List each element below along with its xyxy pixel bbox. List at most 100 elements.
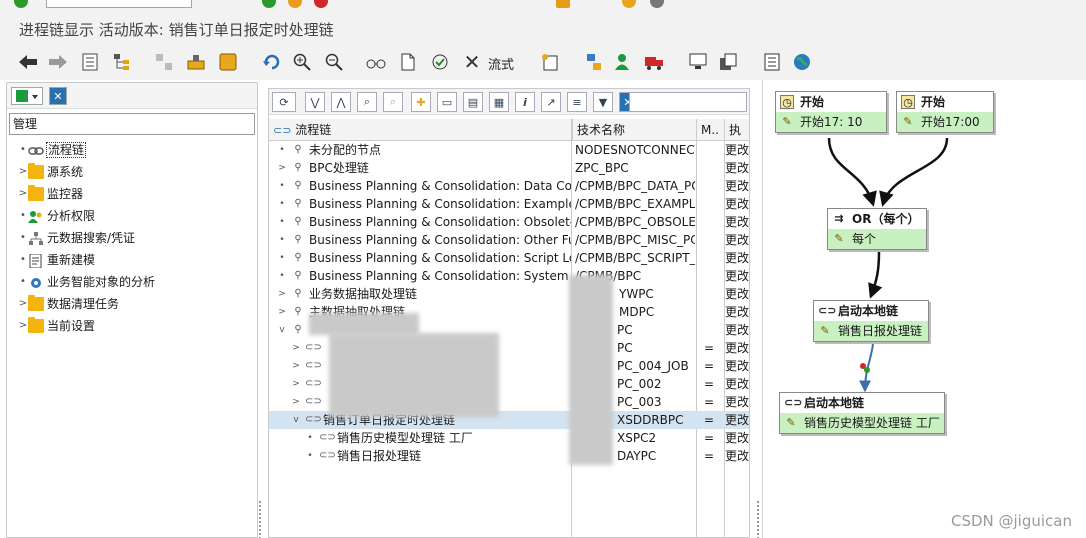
cancel-icon[interactable] [314, 0, 328, 8]
expand-arrow-icon[interactable]: > [18, 293, 28, 315]
tree-search-input[interactable] [629, 92, 747, 112]
tree-row[interactable]: • ⚲ Business Planning & Consolidation: Oth… [269, 231, 749, 249]
link-local1-local2[interactable] [859, 343, 874, 393]
nav-item[interactable]: • 分析权限 [7, 205, 257, 227]
expand-arrow-icon[interactable]: > [18, 183, 28, 205]
refresh-icon[interactable]: ⟳ [272, 92, 296, 112]
hierarchy-icon[interactable] [112, 52, 132, 72]
expand-arrow-icon[interactable]: > [18, 161, 28, 183]
display-icon[interactable]: ▭ [437, 92, 457, 112]
local-chain-node-2[interactable]: ⊂⊃ 启动本地链 ✎ 销售历史模型处理链 工厂 [779, 392, 945, 434]
command-field[interactable] [46, 0, 192, 8]
chevron-down-icon[interactable]: v [277, 321, 287, 339]
local-chain-node-1[interactable]: ⊂⊃ 启动本地链 ✎ 销售日报处理链 [813, 300, 929, 342]
tree-row[interactable]: • ⚲ Business Planning & Consolidation: Scr… [269, 249, 750, 267]
folder-icon [28, 317, 44, 333]
user-menu-icon[interactable] [11, 87, 43, 105]
or-node[interactable]: ⇉ OR（每个） ✎ 每个 [827, 208, 927, 250]
nav-item[interactable]: > 数据清理任务 [7, 293, 257, 315]
pane-splitter-right[interactable] [756, 500, 760, 538]
tree-row[interactable]: > ⚲ 业务数据抽取处理链 YWPC 更改 [269, 285, 749, 303]
nav-item[interactable]: • 业务智能对象的分析 [7, 271, 257, 293]
variant-icon[interactable] [540, 52, 560, 72]
settings-icon[interactable] [650, 0, 664, 8]
chevron-right-icon[interactable]: > [291, 357, 301, 375]
find-icon[interactable]: ⌕ [357, 92, 377, 112]
tree-row[interactable]: • ⚲ Business Planning & Consolidation: Exa… [269, 195, 749, 213]
tree-node-label: Business Planning & Consolidation: Obsol… [309, 215, 571, 229]
tree-cell-exec: 更改 [725, 251, 750, 265]
process-type-label[interactable]: 流式 [488, 54, 514, 73]
chevron-right-icon[interactable]: > [277, 285, 287, 303]
process-variant-icon[interactable] [584, 52, 604, 72]
user-icon[interactable] [612, 52, 632, 72]
chevron-down-icon[interactable]: v [291, 411, 301, 429]
back-icon[interactable] [262, 0, 276, 8]
filter-icon[interactable]: ▼ [593, 92, 613, 112]
check-icon[interactable] [430, 52, 450, 72]
tree-cell-technical-name: /CPMB/BPC_MISC_PC [575, 233, 695, 247]
attributes-icon[interactable] [762, 52, 782, 72]
nav-item[interactable]: > 源系统 [7, 161, 257, 183]
glasses-icon[interactable] [366, 52, 386, 72]
monitor-icon[interactable] [688, 52, 708, 72]
enter-icon[interactable] [14, 0, 28, 8]
transport-icon[interactable] [186, 52, 206, 72]
add-favorite-icon[interactable]: ✚ [411, 92, 431, 112]
help-icon[interactable] [622, 0, 636, 8]
globe-icon[interactable] [792, 52, 812, 72]
link-start2-or[interactable] [879, 137, 949, 207]
chevron-right-icon[interactable]: > [291, 393, 301, 411]
zoom-out-icon[interactable] [324, 52, 344, 72]
chevron-right-icon[interactable]: > [277, 159, 287, 177]
collapse-all-icon[interactable]: ⋀ [331, 92, 351, 112]
nodes-icon[interactable] [154, 52, 174, 72]
chevron-right-icon[interactable]: > [291, 375, 301, 393]
tree-row[interactable]: • ⚲ Business Planning & Consolidation: Obs… [269, 213, 749, 231]
tree-row[interactable]: • ⚲ Business Planning & Consolidation: Dat… [269, 177, 749, 195]
chevron-right-icon[interactable]: > [291, 339, 301, 357]
exit-icon[interactable] [288, 0, 302, 8]
tree-row[interactable]: • ⚲ Business Planning & Consolidation: Sys… [269, 267, 749, 285]
nav-item[interactable]: > 监控器 [7, 183, 257, 205]
close-icon[interactable]: ✕ [462, 50, 482, 74]
start-node-1[interactable]: ◷ 开始 ✎ 开始17: 10 [775, 91, 887, 133]
tree-row[interactable]: • ⊂⊃ 销售日报处理链 DAYPC = 更改 [269, 447, 749, 465]
arrow-left-icon[interactable] [18, 52, 38, 72]
close-pane-icon[interactable]: ✕ [49, 87, 67, 105]
nav-item[interactable]: • 元数据搜索/凭证 [7, 227, 257, 249]
expand-arrow-icon[interactable]: > [18, 315, 28, 337]
info-icon[interactable]: i [515, 92, 535, 112]
column-m[interactable]: M.. [697, 119, 725, 141]
jump-icon[interactable]: ↗ [541, 92, 561, 112]
refresh-icon[interactable] [262, 52, 282, 72]
log-icon[interactable] [718, 52, 738, 72]
chevron-right-icon[interactable]: > [277, 303, 287, 321]
nav-item[interactable]: • 重新建模 [7, 249, 257, 271]
nav-item[interactable]: • 流程链 [7, 139, 257, 161]
pane-splitter-left[interactable] [258, 500, 262, 538]
link-start1-or[interactable] [827, 137, 877, 207]
find-next-icon[interactable]: ⌕ [383, 92, 403, 112]
new-document-icon[interactable] [398, 52, 418, 72]
package-icon[interactable] [218, 52, 238, 72]
bookmark-icon[interactable] [556, 0, 570, 8]
link-or-local1[interactable] [868, 251, 883, 299]
arrow-right-icon[interactable] [48, 52, 68, 72]
truck-icon[interactable] [644, 52, 664, 72]
expand-all-icon[interactable]: ⋁ [305, 92, 325, 112]
list-view-icon[interactable] [80, 52, 100, 72]
select-icon[interactable]: ▤ [463, 92, 483, 112]
column-name[interactable]: ⊂⊃ 流程链 [269, 119, 573, 141]
tree-row[interactable]: • ⚲ 未分配的节点 NODESNOTCONNECTED 更改 [269, 141, 749, 159]
sort-icon[interactable]: ≡ [567, 92, 587, 112]
export-icon[interactable]: ▦ [489, 92, 509, 112]
tree-row[interactable]: • ⊂⊃ 销售历史模型处理链 工厂 XSPC2 = 更改 [269, 429, 749, 447]
start-node-2[interactable]: ◷ 开始 ✎ 开始17:00 [896, 91, 994, 133]
column-exec[interactable]: 执 [725, 119, 749, 141]
tree-row[interactable]: > ⚲ BPC处理链 ZPC_BPC 更改 [269, 159, 749, 177]
column-technical-name[interactable]: 技术名称 [573, 119, 697, 141]
zoom-in-icon[interactable] [292, 52, 312, 72]
nav-item[interactable]: > 当前设置 [7, 315, 257, 337]
tree-icon: ⚲ [294, 198, 302, 209]
